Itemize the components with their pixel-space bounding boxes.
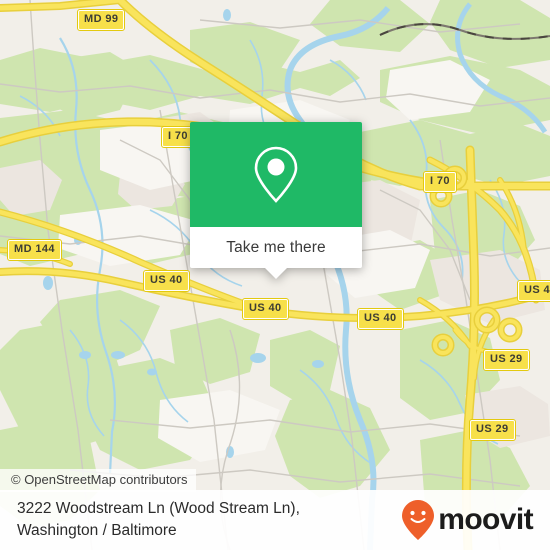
destination-popup[interactable]: Take me there bbox=[190, 122, 362, 279]
take-me-there-label: Take me there bbox=[226, 238, 326, 256]
road-shield: US 29 bbox=[469, 419, 516, 441]
footer-bar: 3222 Woodstream Ln (Wood Stream Ln), Was… bbox=[0, 490, 550, 550]
moovit-wordmark: moovit bbox=[438, 503, 533, 536]
popup-pointer bbox=[265, 268, 287, 279]
popup-header bbox=[190, 122, 362, 227]
road-shield: US 40 bbox=[357, 308, 404, 330]
road-shield: US 29 bbox=[483, 349, 530, 371]
address-line-1: 3222 Woodstream Ln (Wood Stream Ln), bbox=[17, 500, 300, 517]
road-shield: MD 144 bbox=[7, 239, 62, 261]
road-shield: MD 99 bbox=[76, 9, 126, 31]
road-shield: US 40 bbox=[242, 298, 289, 320]
moovit-smiley-pin-icon bbox=[402, 500, 435, 540]
map-screenshot: MD 99I 70I 70MD 144US 40US 40US 40US 40U… bbox=[0, 0, 550, 550]
address-block: 3222 Woodstream Ln (Wood Stream Ln), Was… bbox=[17, 498, 300, 542]
address-line-2: Washington / Baltimore bbox=[17, 522, 177, 539]
road-shield: US 40 bbox=[143, 270, 190, 292]
osm-attribution[interactable]: © OpenStreetMap contributors bbox=[0, 469, 196, 492]
moovit-logo[interactable]: moovit bbox=[401, 499, 534, 541]
location-pin-icon bbox=[254, 146, 298, 203]
road-shield: US 40 bbox=[517, 280, 550, 302]
road-shield: I 70 bbox=[423, 171, 457, 193]
popup-action-bar[interactable]: Take me there bbox=[190, 227, 362, 279]
